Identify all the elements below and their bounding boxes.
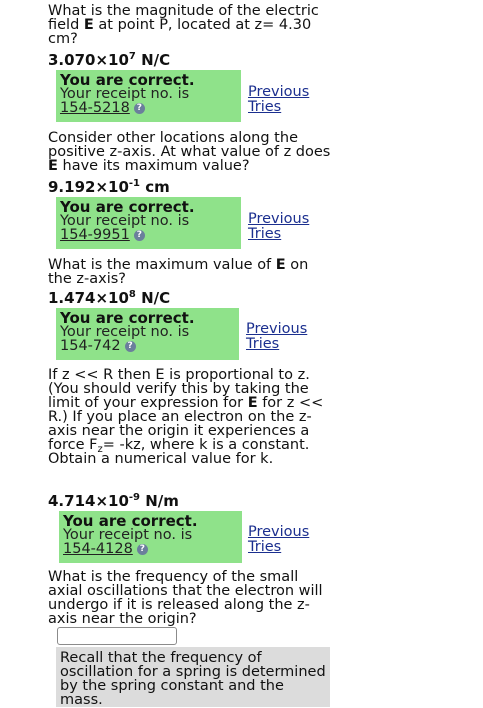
answer-1-unit: N/C xyxy=(135,51,171,69)
answer-4-unit: N/m xyxy=(140,492,179,510)
receipt-number-text: 154-4128 xyxy=(63,541,133,557)
answer-4-exp: -9 xyxy=(128,492,140,503)
correct-box-3: You are correct. Your receipt no. is 154… xyxy=(56,308,239,360)
previous-tries-link[interactable]: Previous Tries xyxy=(246,322,318,352)
question-4: If z << R then E is proportional to z. (… xyxy=(48,368,330,467)
question-3-bold: E xyxy=(275,257,286,273)
receipt-number: 154-4128? xyxy=(63,542,148,556)
answer-4: 4.714×10-9 N/m xyxy=(48,492,179,510)
info-icon[interactable]: ? xyxy=(133,229,145,241)
answer-3: 1.474×108 N/C xyxy=(48,289,171,307)
receipt-number: 154-742? xyxy=(60,339,136,353)
info-icon[interactable]: ? xyxy=(124,340,136,352)
question-1: What is the magnitude of the electric fi… xyxy=(48,4,333,47)
question-3: What is the maximum value of E on the z-… xyxy=(48,257,328,287)
hint-box: Recall that the frequency of oscillation… xyxy=(56,647,330,707)
correct-box-2: You are correct. Your receipt no. is 154… xyxy=(56,197,241,249)
receipt-number: 154-5218? xyxy=(60,101,145,115)
answer-2: 9.192×10-1 cm xyxy=(48,178,170,196)
receipt-label: Your receipt no. is xyxy=(63,527,193,543)
answer-2-unit: cm xyxy=(140,178,170,196)
question-1-bold: E xyxy=(83,17,94,33)
question-2-text-b: have its maximum value? xyxy=(57,158,250,174)
answer-3-unit: N/C xyxy=(135,289,171,307)
question-2-text-a: Consider other locations along the posit… xyxy=(48,130,331,160)
answer-2-base: 9.192×10 xyxy=(48,178,129,196)
question-2-bold: E xyxy=(48,158,58,174)
info-icon[interactable]: ? xyxy=(133,102,145,114)
previous-tries-link[interactable]: Previous Tries xyxy=(248,525,320,555)
question-5: What is the frequency of the small axial… xyxy=(48,569,333,627)
previous-tries-link[interactable]: Previous Tries xyxy=(248,85,320,115)
receipt-number-text: 154-742 xyxy=(60,338,121,354)
answer-2-exp: -1 xyxy=(128,178,140,189)
receipt-number-text: 154-9951 xyxy=(60,227,130,243)
answer-3-exp: 8 xyxy=(128,289,136,300)
answer-4-base: 4.714×10 xyxy=(48,492,129,510)
answer-1: 3.070×107 N/C xyxy=(48,51,171,69)
correct-box-4: You are correct. Your receipt no. is 154… xyxy=(59,511,242,563)
answer-3-base: 1.474×10 xyxy=(48,289,129,307)
answer-input[interactable] xyxy=(57,627,177,645)
hint-text: Recall that the frequency of oscillation… xyxy=(60,650,326,708)
receipt-number-text: 154-5218 xyxy=(60,100,130,116)
question-2: Consider other locations along the posit… xyxy=(48,130,333,174)
receipt-label: Your receipt no. is xyxy=(60,324,190,340)
previous-tries-link[interactable]: Previous Tries xyxy=(248,212,320,242)
answer-1-base: 3.070×10 xyxy=(48,51,129,69)
answer-1-exp: 7 xyxy=(128,51,136,62)
info-icon[interactable]: ? xyxy=(136,543,148,555)
question-5-text: What is the frequency of the small axial… xyxy=(48,569,323,627)
receipt-label: Your receipt no. is xyxy=(60,86,190,102)
receipt-number: 154-9951? xyxy=(60,228,145,242)
receipt-label: Your receipt no. is xyxy=(60,213,190,229)
correct-box-1: You are correct. Your receipt no. is 154… xyxy=(56,70,241,122)
